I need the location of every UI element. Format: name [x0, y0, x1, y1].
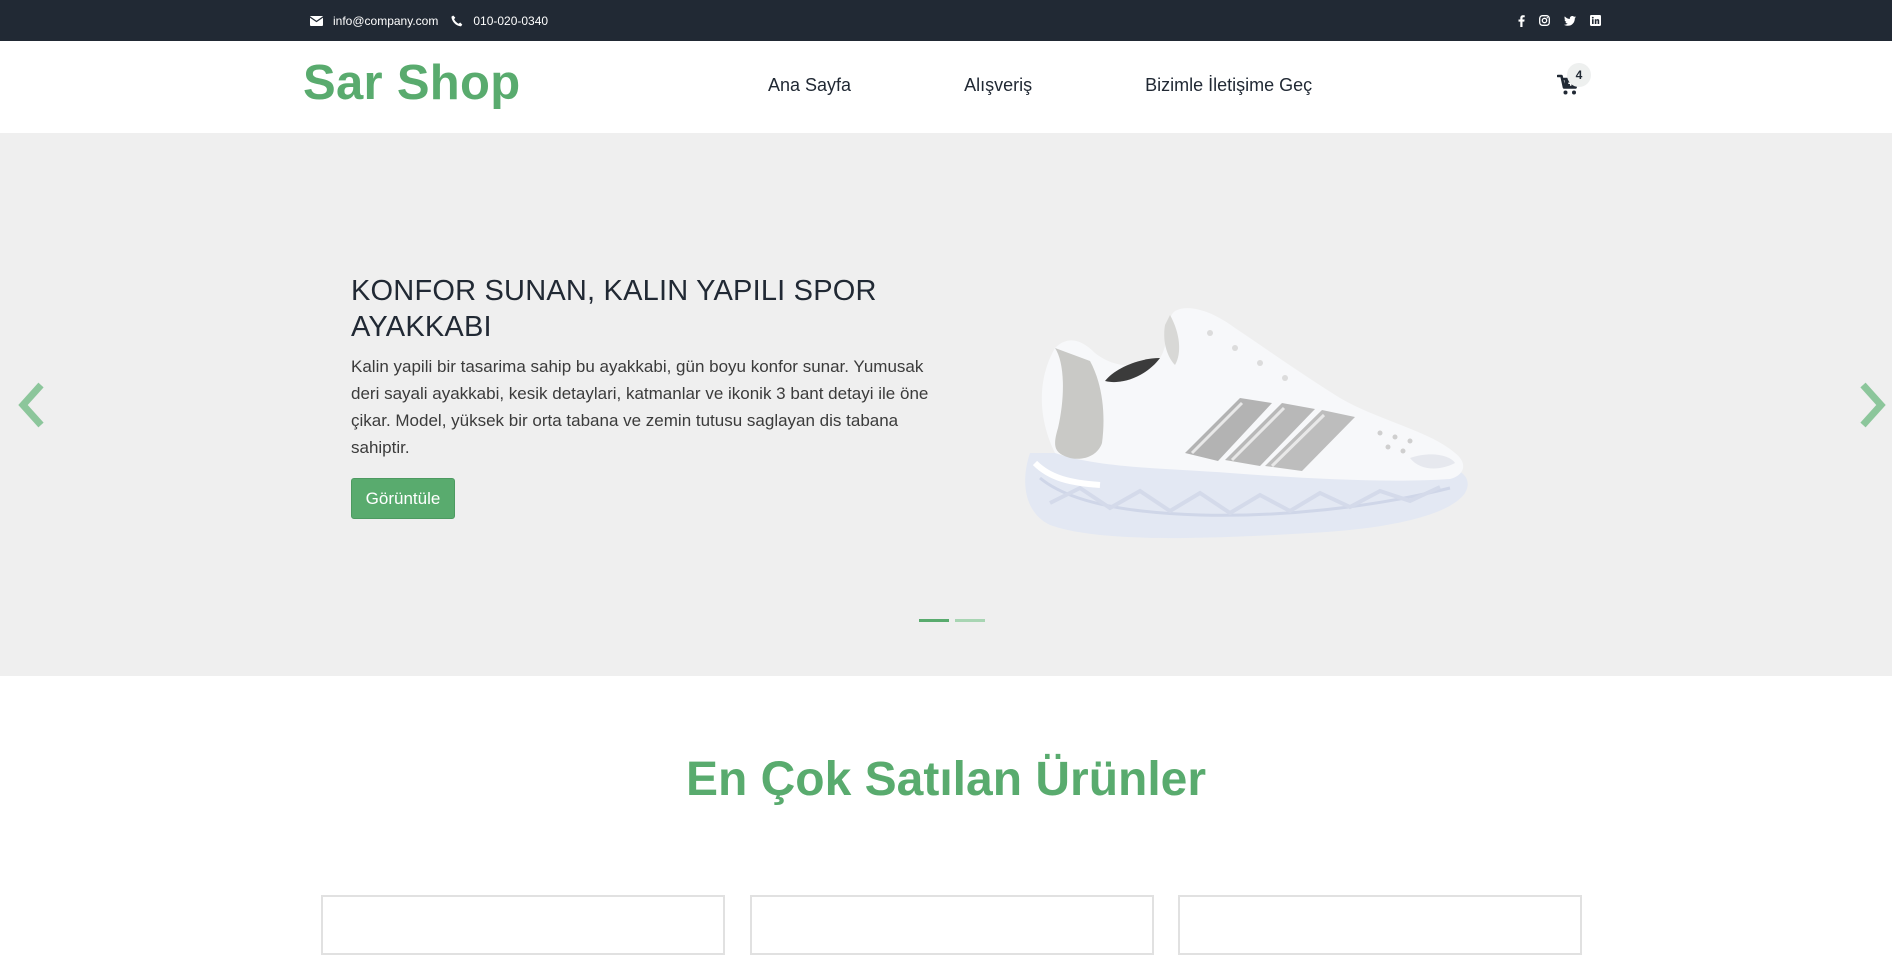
carousel-indicator-1[interactable] — [919, 619, 949, 622]
phone-icon — [451, 15, 463, 26]
hero-carousel: KONFOR SUNAN, KALIN YAPILI SPOR AYAKKABI… — [0, 133, 1892, 676]
nav-contact[interactable]: Bizimle İletişime Geç — [1145, 74, 1312, 96]
main-header: Sar Shop Ana Sayfa Alışveriş Bizimle İle… — [0, 41, 1892, 133]
hero-title: KONFOR SUNAN, KALIN YAPILI SPOR AYAKKABI — [351, 275, 877, 343]
nav-shop[interactable]: Alışveriş — [964, 74, 1032, 96]
main-nav: Ana Sayfa Alışveriş Bizimle İletişime Ge… — [768, 74, 1312, 96]
top-bar: info@company.com 010-020-0340 — [0, 0, 1892, 41]
hero-description: Kalin yapili bir tasarima sahip bu ayakk… — [351, 357, 929, 457]
social-links — [1518, 0, 1601, 41]
contact-info: info@company.com 010-020-0340 — [310, 0, 551, 41]
shoe-product-image — [1025, 308, 1468, 539]
carousel-indicators — [919, 619, 985, 622]
phone-text: 010-020-0340 — [473, 13, 549, 28]
carousel-indicator-2[interactable] — [955, 619, 985, 622]
instagram-icon[interactable] — [1539, 15, 1550, 26]
facebook-icon[interactable] — [1518, 14, 1525, 27]
product-card[interactable] — [750, 895, 1154, 955]
carousel-next-icon[interactable] — [1855, 381, 1889, 429]
envelope-icon — [310, 15, 323, 26]
phone-link[interactable]: 010-020-0340 — [451, 14, 548, 28]
hero-view-button[interactable]: Görüntüle — [351, 478, 455, 519]
email-text: info@company.com — [333, 13, 439, 28]
site-logo[interactable]: Sar Shop — [303, 55, 521, 111]
linkedin-icon[interactable] — [1590, 15, 1601, 26]
nav-home[interactable]: Ana Sayfa — [768, 74, 851, 96]
cart-count-badge: 4 — [1567, 63, 1591, 87]
carousel-prev-icon[interactable] — [15, 381, 49, 429]
twitter-icon[interactable] — [1564, 15, 1576, 26]
product-card[interactable] — [1178, 895, 1582, 955]
product-card[interactable] — [321, 895, 725, 955]
email-link[interactable]: info@company.com — [310, 14, 438, 28]
featured-products-title: En Çok Satılan Ürünler — [685, 753, 1207, 806]
